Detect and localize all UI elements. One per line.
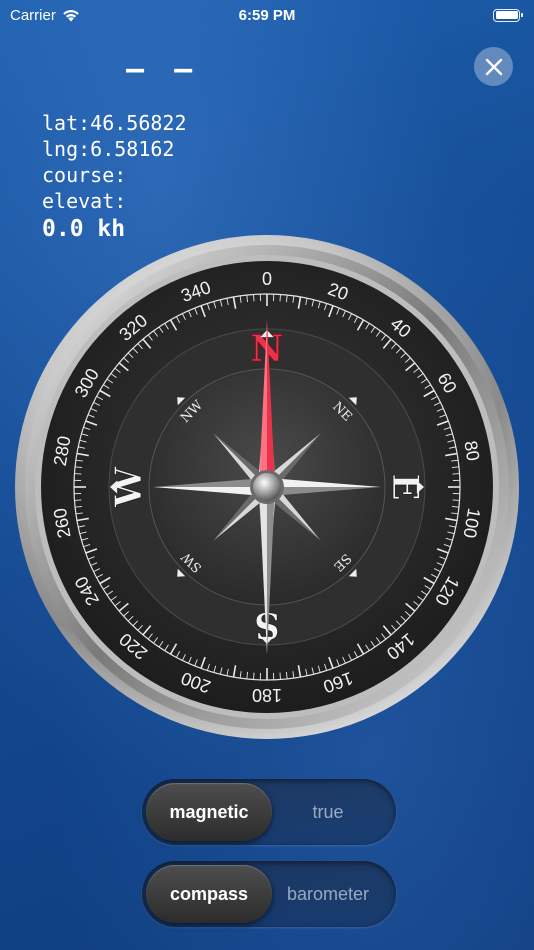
longitude-text: lng:6.58162 <box>42 137 175 161</box>
north-mode-toggle[interactable]: magnetic true <box>142 779 396 845</box>
display-mode-toggle[interactable]: compass barometer <box>142 861 396 927</box>
latitude-text: lat:46.56822 <box>42 111 187 135</box>
battery-icon <box>493 8 523 22</box>
needle-pivot <box>253 473 281 501</box>
magnetic-option[interactable]: magnetic <box>146 783 272 841</box>
close-button[interactable] <box>474 47 513 86</box>
location-info: lat:46.56822 lng:6.58162 course: elevat:… <box>42 110 187 244</box>
carrier-label: Carrier <box>10 6 56 24</box>
compass-option[interactable]: compass <box>146 865 272 923</box>
degree-label: 0 <box>262 269 272 289</box>
true-north-option[interactable]: true <box>270 779 386 845</box>
degree-label: 80 <box>460 439 483 462</box>
status-time: 6:59 PM <box>238 6 296 24</box>
wifi-icon <box>63 9 79 21</box>
status-bar: Carrier 6:59 PM <box>0 0 534 30</box>
status-left: Carrier <box>10 7 80 24</box>
degree-label: 180 <box>252 685 282 705</box>
heading-readout: — — <box>126 52 199 87</box>
close-icon <box>485 58 502 75</box>
compass-dial: 0 204060801001201401601802002202402602803… <box>15 235 519 739</box>
compass: 0 20 40 60 80 100 120 140 160 180 200 220 240 260 280 3… <box>13 233 521 741</box>
elevation-text: elevat: <box>42 189 127 213</box>
barometer-option[interactable]: barometer <box>270 861 386 927</box>
course-text: course: <box>42 163 127 187</box>
battery-fill <box>495 11 518 19</box>
